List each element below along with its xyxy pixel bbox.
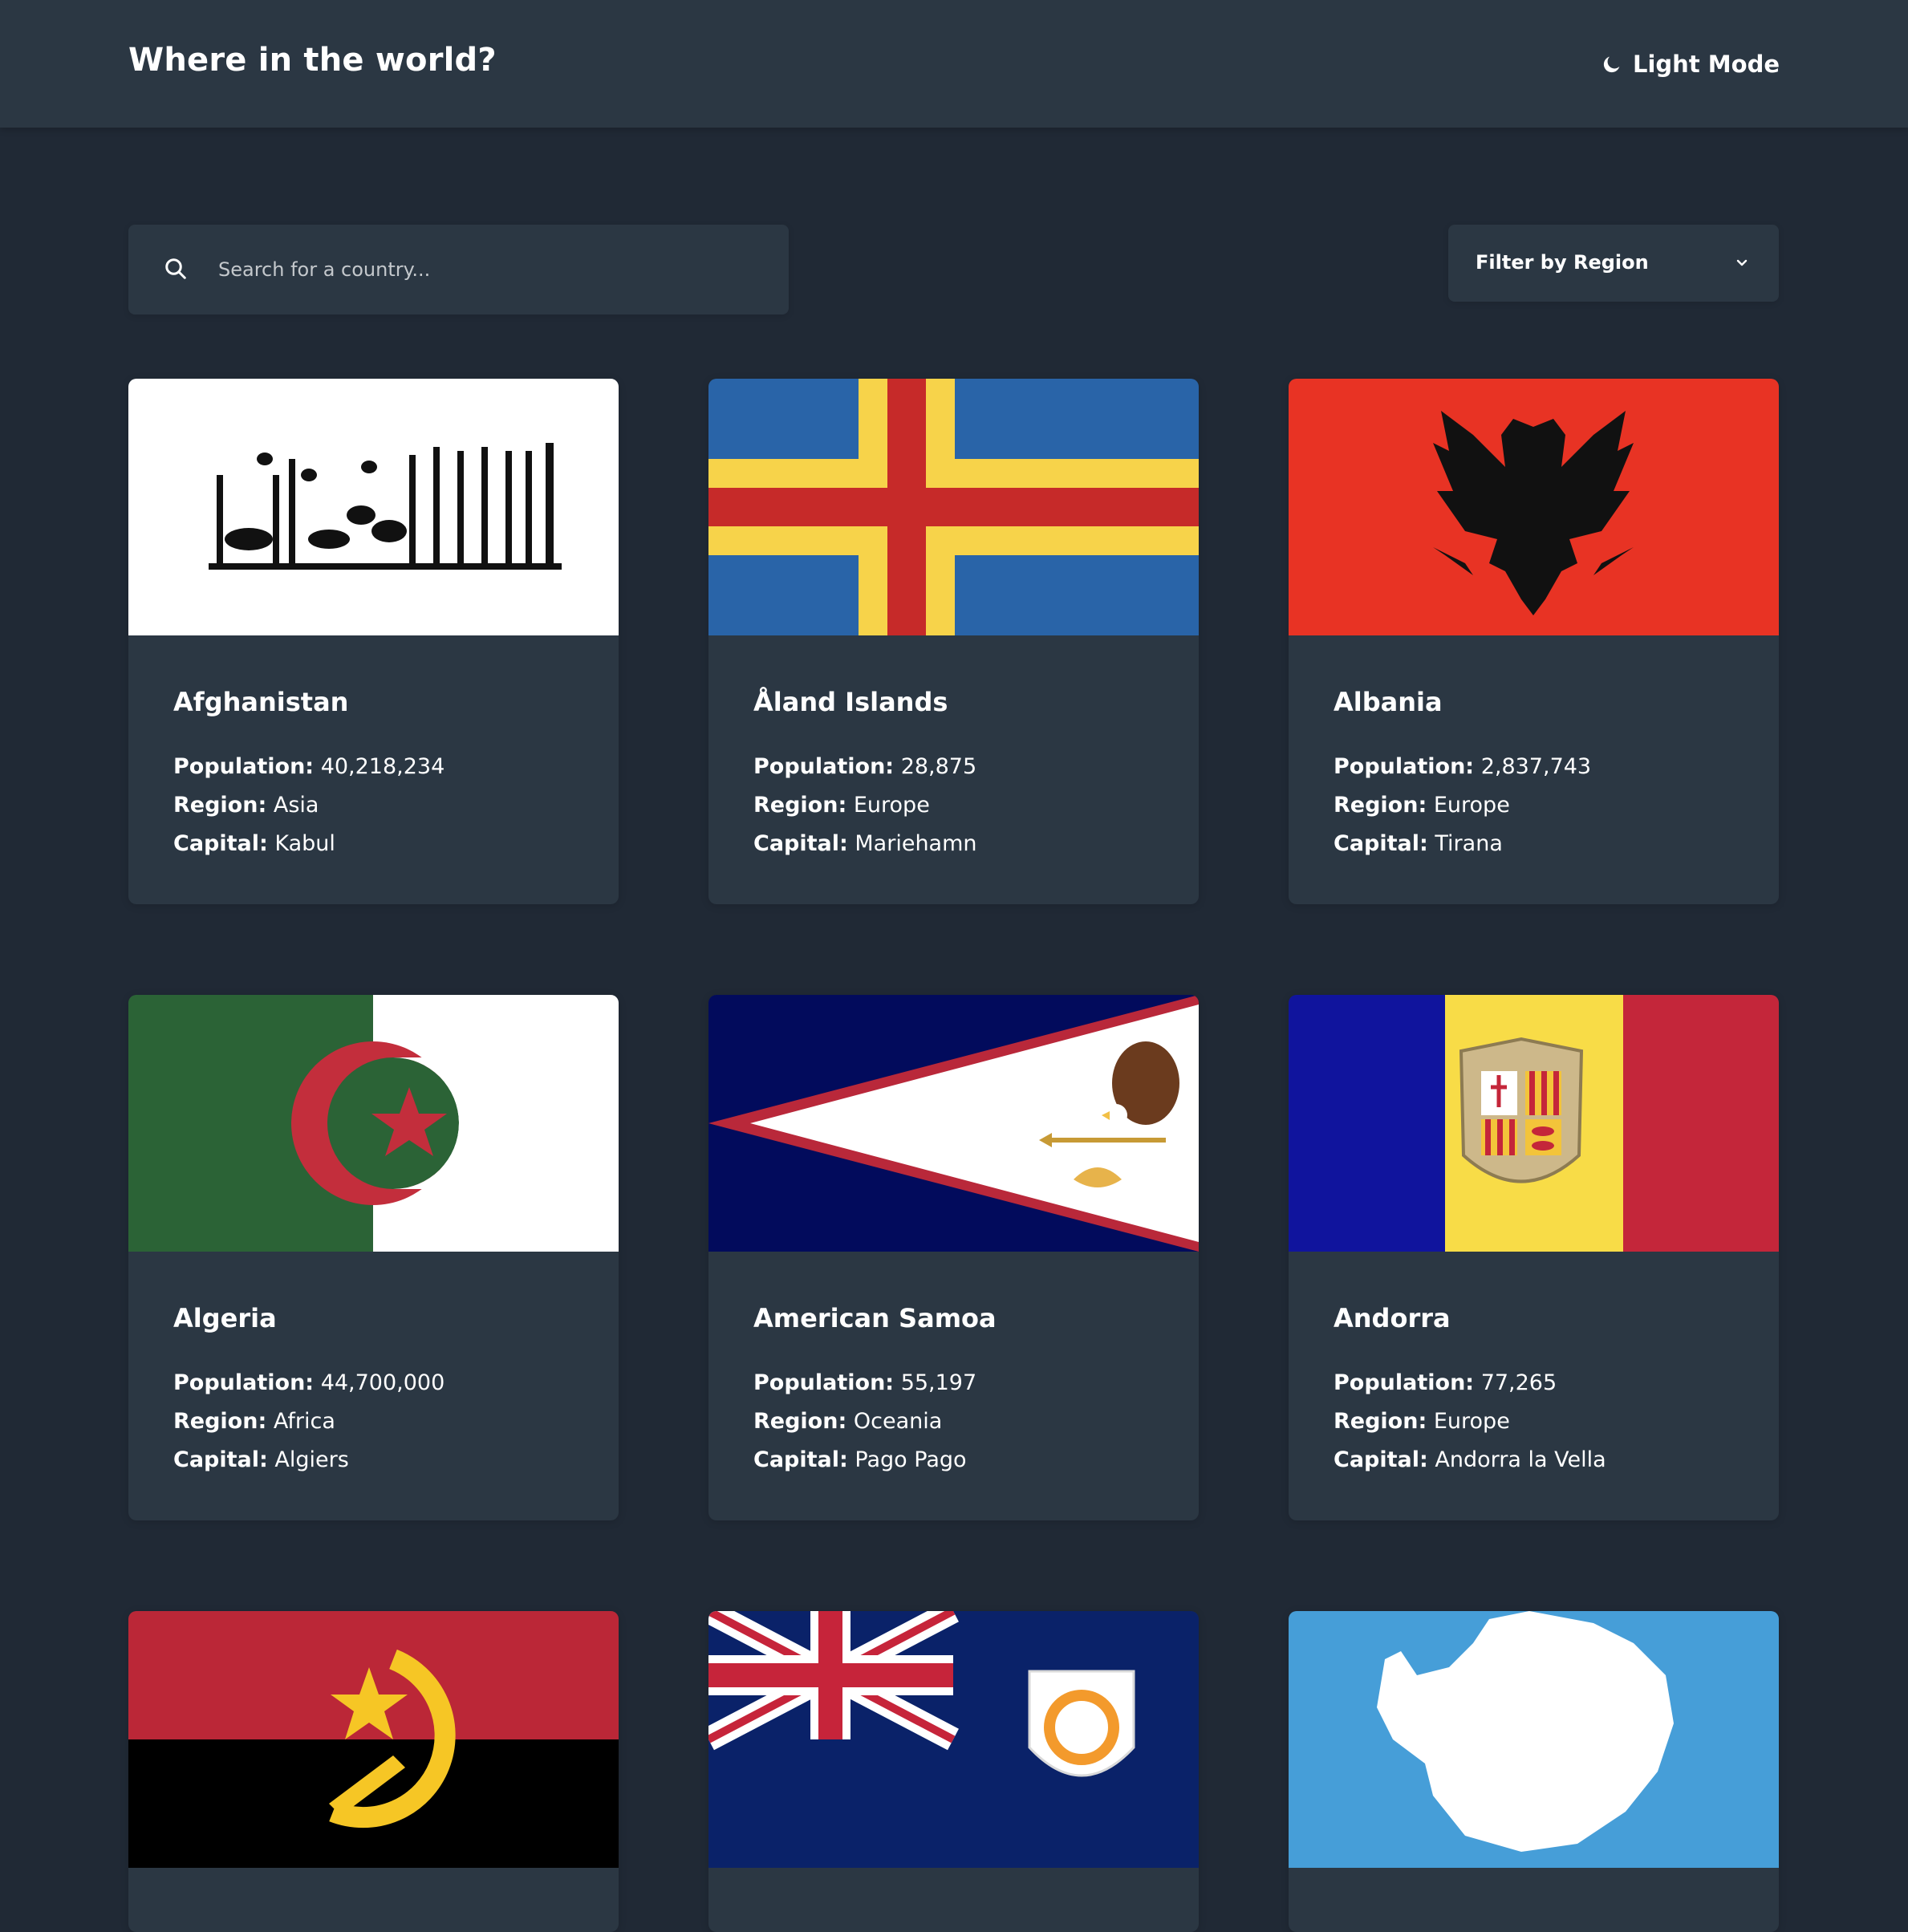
country-name: Afghanistan	[173, 687, 349, 717]
region-filter-dropdown[interactable]: Filter by Region	[1448, 225, 1779, 302]
capital-stat: Capital: Kabul	[173, 825, 591, 863]
country-card-anguilla[interactable]	[708, 1611, 1199, 1932]
country-card-aland-islands[interactable]: Åland Islands Population: 28,875 Region:…	[708, 379, 1199, 904]
population-value: 2,837,743	[1480, 754, 1592, 779]
population-value: 40,218,234	[320, 754, 445, 779]
capital-label: Capital:	[753, 831, 848, 856]
country-card-angola[interactable]	[128, 1611, 619, 1932]
moon-icon	[1603, 56, 1620, 73]
population-label: Population:	[1334, 754, 1475, 779]
region-stat: Region: Europe	[753, 786, 1171, 825]
capital-value: Pago Pago	[855, 1447, 967, 1472]
region-filter-label: Filter by Region	[1476, 251, 1649, 274]
country-card-albania[interactable]: Albania Population: 2,837,743 Region: Eu…	[1289, 379, 1779, 904]
population-stat: Population: 40,218,234	[173, 748, 591, 786]
capital-value: Tirana	[1435, 831, 1503, 856]
country-name: American Samoa	[753, 1303, 997, 1333]
algeria-flag	[128, 995, 619, 1252]
region-label: Region:	[1334, 1409, 1427, 1434]
theme-toggle-button[interactable]: Light Mode	[1601, 48, 1780, 80]
population-label: Population:	[753, 1370, 895, 1395]
population-value: 55,197	[900, 1370, 977, 1395]
capital-label: Capital:	[1334, 831, 1428, 856]
region-value: Europe	[853, 793, 930, 818]
region-stat: Region: Asia	[173, 786, 591, 825]
capital-stat: Capital: Pago Pago	[753, 1441, 1171, 1479]
region-label: Region:	[173, 1409, 267, 1434]
capital-value: Andorra la Vella	[1435, 1447, 1606, 1472]
search-icon	[165, 258, 186, 279]
albania-flag	[1289, 379, 1779, 635]
site-header: Where in the world? Light Mode	[0, 0, 1908, 128]
capital-stat: Capital: Algiers	[173, 1441, 591, 1479]
afghanistan-flag	[128, 379, 619, 635]
region-label: Region:	[1334, 793, 1427, 818]
theme-toggle-label: Light Mode	[1633, 51, 1780, 78]
country-name: Algeria	[173, 1303, 277, 1333]
capital-label: Capital:	[1334, 1447, 1428, 1472]
country-name: Andorra	[1334, 1303, 1451, 1333]
population-stat: Population: 77,265	[1334, 1364, 1751, 1402]
region-stat: Region: Africa	[173, 1402, 591, 1441]
region-stat: Region: Europe	[1334, 786, 1751, 825]
country-name: Albania	[1334, 687, 1443, 717]
anguilla-flag	[708, 1611, 1199, 1868]
population-label: Population:	[753, 754, 895, 779]
country-card-antarctica[interactable]	[1289, 1611, 1779, 1932]
region-value: Europe	[1433, 1409, 1510, 1434]
region-value: Oceania	[853, 1409, 943, 1434]
population-label: Population:	[173, 1370, 315, 1395]
population-stat: Population: 44,700,000	[173, 1364, 591, 1402]
country-card-afghanistan[interactable]: Afghanistan Population: 40,218,234 Regio…	[128, 379, 619, 904]
country-card-algeria[interactable]: Algeria Population: 44,700,000 Region: A…	[128, 995, 619, 1520]
region-value: Europe	[1433, 793, 1510, 818]
population-stat: Population: 55,197	[753, 1364, 1171, 1402]
population-stat: Population: 28,875	[753, 748, 1171, 786]
search-input[interactable]	[217, 225, 770, 315]
site-title: Where in the world?	[128, 42, 497, 79]
region-stat: Region: Europe	[1334, 1402, 1751, 1441]
region-stat: Region: Oceania	[753, 1402, 1171, 1441]
capital-stat: Capital: Andorra la Vella	[1334, 1441, 1751, 1479]
capital-value: Kabul	[274, 831, 335, 856]
population-value: 44,700,000	[320, 1370, 445, 1395]
country-card-andorra[interactable]: Andorra Population: 77,265 Region: Europ…	[1289, 995, 1779, 1520]
capital-label: Capital:	[173, 831, 268, 856]
capital-value: Mariehamn	[855, 831, 977, 856]
search-bar	[128, 225, 789, 315]
capital-label: Capital:	[753, 1447, 848, 1472]
antarctica-flag	[1289, 1611, 1779, 1868]
capital-value: Algiers	[274, 1447, 349, 1472]
population-value: 28,875	[900, 754, 977, 779]
population-label: Population:	[173, 754, 315, 779]
chevron-down-icon	[1736, 259, 1748, 266]
capital-stat: Capital: Mariehamn	[753, 825, 1171, 863]
andorra-flag	[1289, 995, 1779, 1252]
capital-label: Capital:	[173, 1447, 268, 1472]
population-label: Population:	[1334, 1370, 1475, 1395]
region-value: Africa	[273, 1409, 335, 1434]
angola-flag	[128, 1611, 619, 1868]
country-card-american-samoa[interactable]: American Samoa Population: 55,197 Region…	[708, 995, 1199, 1520]
american-samoa-flag	[708, 995, 1199, 1252]
aland-islands-flag	[708, 379, 1199, 635]
region-label: Region:	[173, 793, 267, 818]
population-stat: Population: 2,837,743	[1334, 748, 1751, 786]
country-name: Åland Islands	[753, 687, 948, 717]
region-value: Asia	[273, 793, 319, 818]
region-label: Region:	[753, 793, 847, 818]
capital-stat: Capital: Tirana	[1334, 825, 1751, 863]
region-label: Region:	[753, 1409, 847, 1434]
population-value: 77,265	[1480, 1370, 1557, 1395]
